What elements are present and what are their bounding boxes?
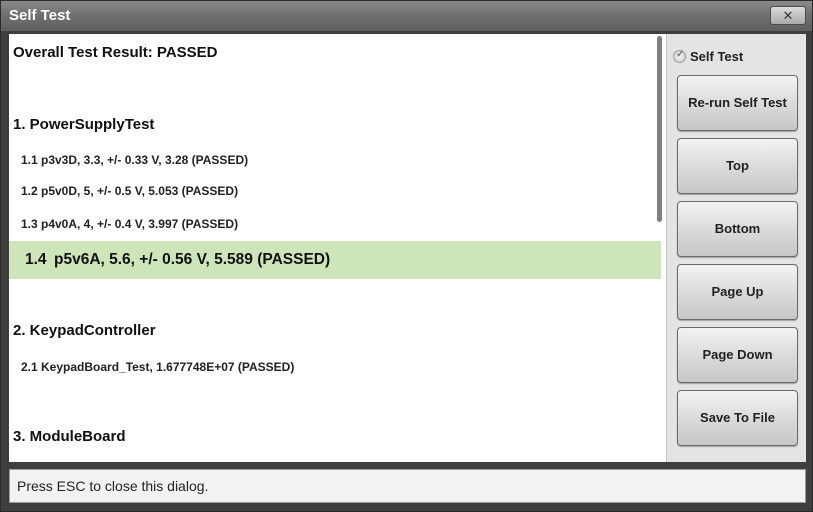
overall-result: Overall Test Result: PASSED [13,44,218,61]
result-item-number: 1.3 [21,217,38,231]
result-item-text: p4v0A, 4, +/- 0.4 V, 3.997 (PASSED) [41,217,239,231]
results-panel[interactable]: Overall Test Result: PASSED 1. PowerSupp… [9,34,665,462]
section-heading: 3. ModuleBoard [13,428,126,445]
result-item-text: p3v3D, 3.3, +/- 0.33 V, 3.28 (PASSED) [41,153,249,167]
vertical-scrollbar[interactable] [657,34,665,462]
top-button[interactable]: Top [677,138,798,194]
save-to-file-button[interactable]: Save To File [677,390,798,446]
result-item-text: p5v6A, 5.6, +/- 0.56 V, 5.589 (PASSED) [54,251,331,268]
dialog-title: Self Test [9,7,71,24]
result-item-text: KeypadBoard_Test, 1.677748E+07 (PASSED) [41,360,295,374]
scrollbar-thumb[interactable] [657,36,662,222]
result-item[interactable]: 1.2 p5v0D, 5, +/- 0.5 V, 5.053 (PASSED) [9,176,661,206]
result-item-number: 1.2 [21,184,38,198]
page-down-button[interactable]: Page Down [677,327,798,383]
section-heading: 2. KeypadController [13,322,156,339]
close-button[interactable]: ✕ [770,6,806,25]
close-icon: ✕ [782,8,794,23]
result-item-number: 1.1 [21,153,38,167]
result-item[interactable]: 1.3 p4v0A, 4, +/- 0.4 V, 3.997 (PASSED) [9,209,661,239]
page-up-button[interactable]: Page Up [677,264,798,320]
radio-label: Self Test [690,49,744,65]
self-test-dialog: Self Test ✕ Overall Test Result: PASSED … [0,0,813,512]
result-item-selected[interactable]: 1.4 p5v6A, 5.6, +/- 0.56 V, 5.589 (PASSE… [9,241,661,279]
result-item[interactable]: 2.1 KeypadBoard_Test, 1.677748E+07 (PASS… [9,352,661,382]
status-bar: Press ESC to close this dialog. [9,469,806,503]
result-item-text: p5v0D, 5, +/- 0.5 V, 5.053 (PASSED) [41,184,239,198]
title-bar: Self Test ✕ [1,1,812,31]
result-item-number: 1.4 [25,251,47,268]
rerun-self-test-button[interactable]: Re-run Self Test [677,75,798,131]
result-item[interactable]: 1.1 p3v3D, 3.3, +/- 0.33 V, 3.28 (PASSED… [9,145,661,175]
section-heading: 1. PowerSupplyTest [13,116,155,133]
self-test-radio[interactable]: Self Test [673,48,743,66]
dialog-content: Overall Test Result: PASSED 1. PowerSupp… [9,34,806,462]
status-text: Press ESC to close this dialog. [17,478,209,494]
side-panel: Self Test Re-run Self Test Top Bottom Pa… [666,34,806,462]
result-item-number: 2.1 [21,360,38,374]
radio-icon[interactable] [673,49,686,64]
bottom-button[interactable]: Bottom [677,201,798,257]
